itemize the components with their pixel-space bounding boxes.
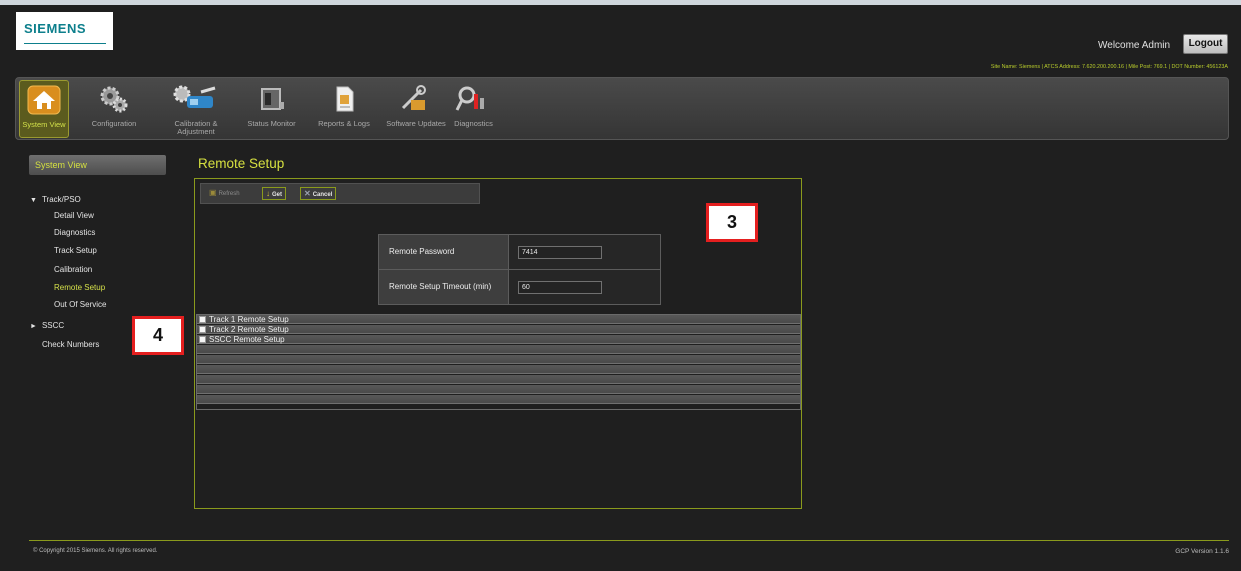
list-item-sscc[interactable]: SSCC Remote Setup <box>197 335 800 344</box>
sidebar-item-track-pso[interactable]: ▼ Track/PSO <box>30 195 81 204</box>
cancel-label: Cancel <box>312 192 333 198</box>
copyright-text: © Copyright 2015 Siemens. All rights res… <box>33 548 158 554</box>
get-button[interactable]: ↓ Get <box>262 187 287 200</box>
remote-settings-form: Remote Password Remote Setup Timeout (mi… <box>378 234 661 305</box>
sidebar-item-out-of-service[interactable]: Out Of Service <box>54 300 106 309</box>
checkbox[interactable] <box>199 336 206 343</box>
page-title: Remote Setup <box>198 156 285 171</box>
empty-row <box>197 395 800 404</box>
gears-icon <box>100 86 128 113</box>
timeout-label: Remote Setup Timeout (min) <box>379 270 509 304</box>
expand-arrow-icon[interactable]: ▼ <box>30 197 37 204</box>
tools-icon <box>401 85 426 110</box>
sidebar-heading[interactable]: System View <box>29 155 166 175</box>
home-icon <box>27 85 61 115</box>
list-item-track2[interactable]: Track 2 Remote Setup <box>197 325 800 334</box>
sidebar-item-sscc[interactable]: ► SSCC <box>30 321 64 330</box>
password-label: Remote Password <box>379 235 509 269</box>
sidebar-item-diagnostics[interactable]: Diagnostics <box>54 228 95 237</box>
diagnostics-icon <box>455 86 484 111</box>
sidebar-item-label: SSCC <box>41 321 65 330</box>
nav-configuration[interactable]: Configuration <box>89 80 139 138</box>
list-item-label: Track 2 Remote Setup <box>209 325 289 334</box>
nav-label: Configuration <box>91 119 137 128</box>
callout-3: 3 <box>706 203 758 242</box>
sidebar-item-remote-setup[interactable]: Remote Setup <box>54 283 105 292</box>
collapse-arrow-icon[interactable]: ► <box>30 323 37 330</box>
download-arrow-icon: ↓ <box>266 189 270 198</box>
cancel-button[interactable]: ✕ Cancel <box>300 187 337 200</box>
empty-row <box>197 385 800 394</box>
logo-text: SIEMENS <box>24 21 87 36</box>
site-info: Site Name: Siemens | ATCS Address: 7.620… <box>990 64 1228 70</box>
close-icon: ✕ <box>304 189 311 198</box>
remote-setup-list: Track 1 Remote Setup Track 2 Remote Setu… <box>196 314 801 410</box>
password-field[interactable] <box>518 246 602 259</box>
calibration-icon <box>173 85 216 108</box>
list-item-track1[interactable]: Track 1 Remote Setup <box>197 315 800 324</box>
timeout-row: Remote Setup Timeout (min) <box>379 270 660 305</box>
nav-label: System View <box>22 120 66 129</box>
checkbox[interactable] <box>199 316 206 323</box>
nav-status-monitor[interactable]: Status Monitor <box>244 80 299 138</box>
nav-software-updates[interactable]: Software Updates <box>386 80 446 138</box>
document-icon <box>336 86 354 112</box>
refresh-label: Refresh <box>218 191 240 197</box>
empty-row <box>197 355 800 364</box>
timeout-field[interactable] <box>518 281 602 294</box>
get-label: Get <box>272 192 283 198</box>
empty-row <box>197 365 800 374</box>
sidebar-item-track-setup[interactable]: Track Setup <box>54 246 97 255</box>
password-row: Remote Password <box>379 235 660 270</box>
sidebar-item-label: Track/PSO <box>41 195 81 204</box>
nav-calibration[interactable]: Calibration & Adjustment <box>166 80 226 138</box>
footer-divider <box>29 540 1229 541</box>
toolbar: ▣ Refresh ↓ Get ✕ Cancel <box>200 183 480 204</box>
sidebar-item-check-numbers[interactable]: Check Numbers <box>42 340 99 349</box>
nav-label: Status Monitor <box>247 119 296 128</box>
nav-reports-logs[interactable]: Reports & Logs <box>314 80 374 138</box>
nav-system-view[interactable]: System View <box>19 80 69 138</box>
list-item-label: SSCC Remote Setup <box>209 335 285 344</box>
logo-underline <box>24 43 106 44</box>
sidebar-item-calibration[interactable]: Calibration <box>54 265 92 274</box>
main-nav: System View Configuration Calibration & … <box>15 77 1229 140</box>
nav-label: Reports & Logs <box>318 119 370 128</box>
nav-label: Diagnostics <box>454 119 493 128</box>
nav-diagnostics[interactable]: Diagnostics <box>446 80 501 138</box>
top-strip <box>0 0 1241 5</box>
nav-label: Calibration & Adjustment <box>174 119 218 136</box>
siemens-logo: SIEMENS <box>16 12 113 50</box>
checkbox[interactable] <box>199 326 206 333</box>
empty-row <box>197 375 800 384</box>
list-item-label: Track 1 Remote Setup <box>209 315 289 324</box>
callout-4: 4 <box>132 316 184 355</box>
refresh-icon: ▣ <box>209 188 217 197</box>
logout-button[interactable]: Logout <box>1183 34 1228 54</box>
monitor-icon <box>261 88 284 110</box>
version-text: GCP Version 1.1.6 <box>1175 548 1229 555</box>
welcome-text: Welcome Admin <box>1098 40 1171 51</box>
refresh-button[interactable]: ▣ Refresh <box>206 187 243 200</box>
empty-row <box>197 345 800 354</box>
sidebar-item-detail-view[interactable]: Detail View <box>54 211 94 220</box>
